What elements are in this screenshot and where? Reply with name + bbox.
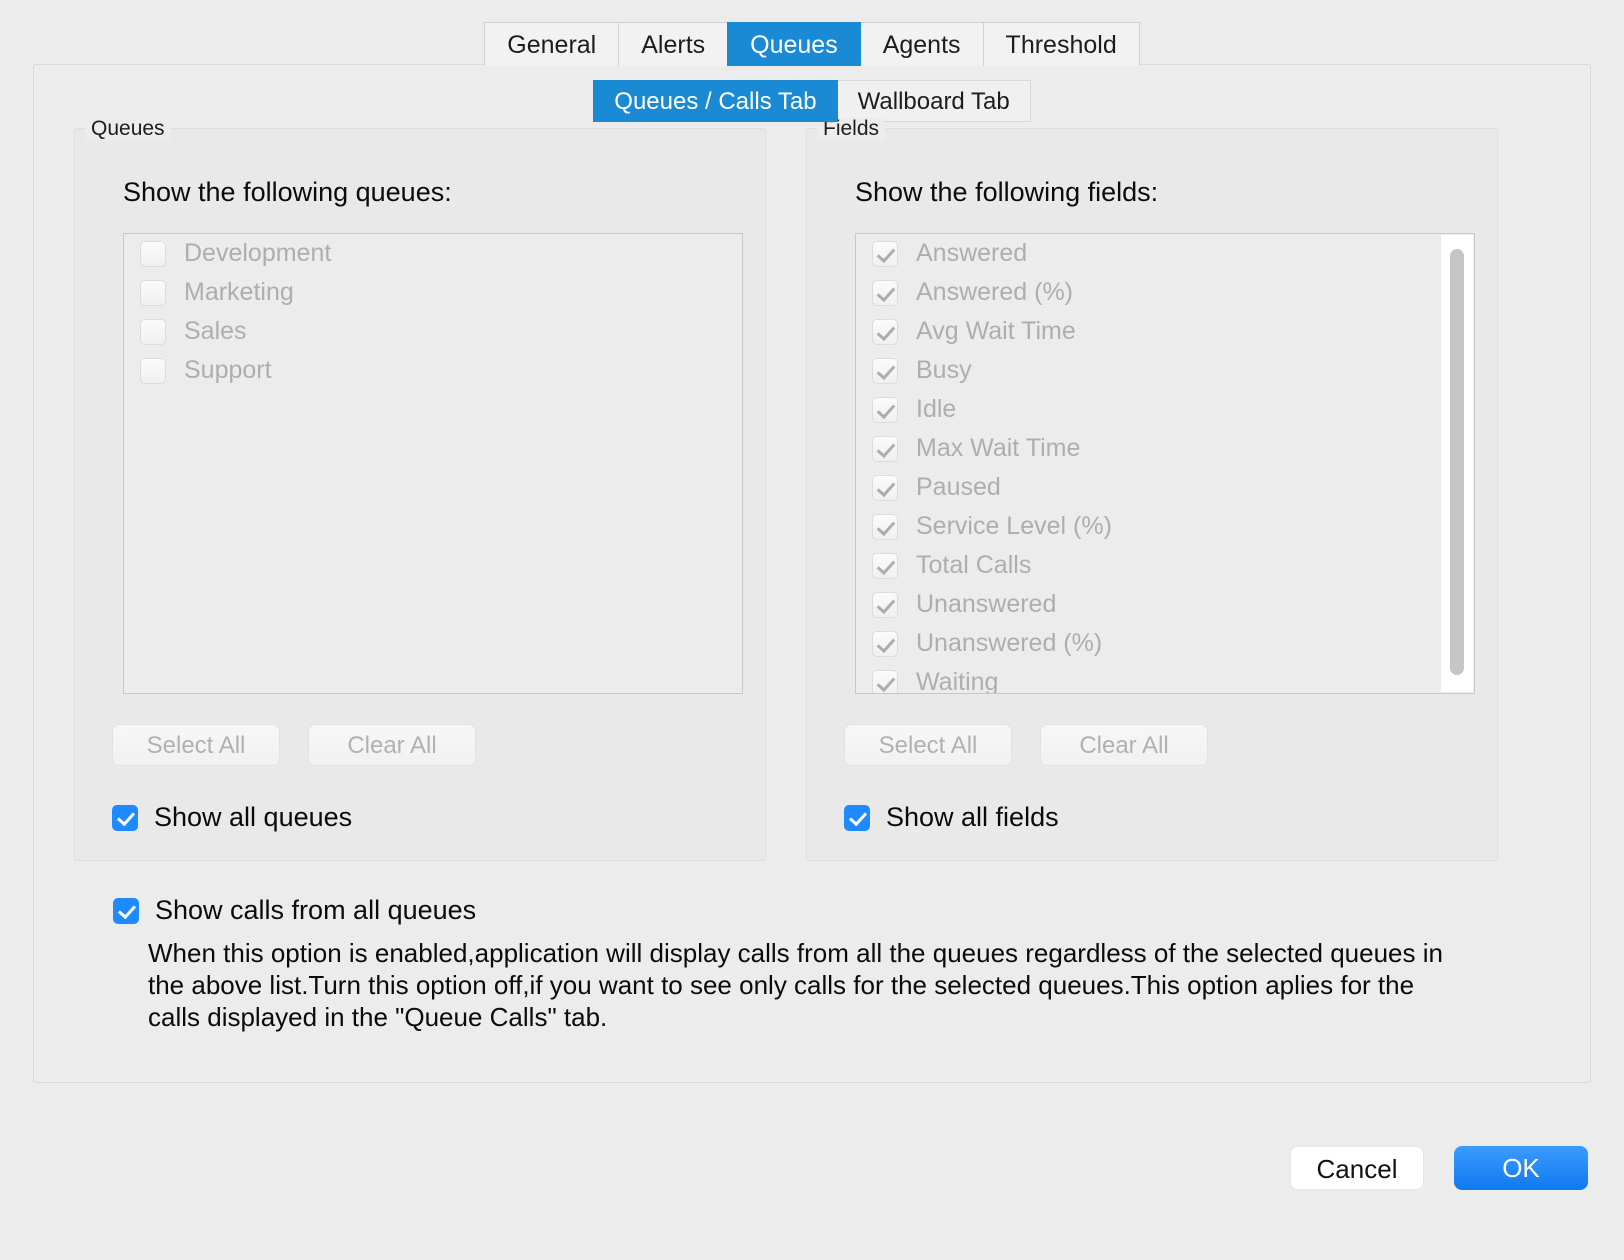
fields-clear-all-button[interactable]: Clear All xyxy=(1040,724,1208,766)
show-all-fields-label: Show all fields xyxy=(886,802,1059,832)
list-item[interactable]: Avg Wait Time xyxy=(856,312,1474,351)
list-item[interactable]: Sales xyxy=(124,312,742,351)
fields-heading: Show the following fields: xyxy=(855,177,1159,207)
list-item-label: Idle xyxy=(916,395,957,423)
tab-queues[interactable]: Queues xyxy=(727,22,861,66)
list-item-label: Support xyxy=(184,356,272,384)
show-all-queues-label: Show all queues xyxy=(154,802,353,832)
list-item-label: Avg Wait Time xyxy=(916,317,1076,345)
list-item[interactable]: Idle xyxy=(856,390,1474,429)
fields-list[interactable]: Answered Answered (%) Avg Wait Time Busy… xyxy=(855,233,1475,694)
list-item[interactable]: Service Level (%) xyxy=(856,507,1474,546)
queues-clear-all-button[interactable]: Clear All xyxy=(308,724,476,766)
tab-alerts[interactable]: Alerts xyxy=(618,22,729,66)
checkbox-checked-icon[interactable] xyxy=(113,897,139,924)
checkbox-checked-icon[interactable] xyxy=(872,513,898,540)
list-item[interactable]: Unanswered (%) xyxy=(856,624,1474,663)
list-item-label: Paused xyxy=(916,473,1001,501)
queues-list[interactable]: Development Marketing Sales Support xyxy=(123,233,743,694)
show-all-fields-checkbox[interactable]: Show all fields xyxy=(844,802,1059,833)
checkbox-checked-icon[interactable] xyxy=(872,279,898,306)
scrollbar-thumb[interactable] xyxy=(1450,249,1464,675)
list-item-label: Unanswered xyxy=(916,590,1057,618)
main-tab-bar: General Alerts Queues Agents Threshold xyxy=(0,22,1624,66)
cancel-button[interactable]: Cancel xyxy=(1290,1146,1424,1190)
list-item-label: Waiting xyxy=(916,668,999,694)
checkbox-icon[interactable] xyxy=(140,318,166,345)
checkbox-checked-icon[interactable] xyxy=(872,474,898,501)
checkbox-checked-icon[interactable] xyxy=(872,396,898,423)
list-item[interactable]: Marketing xyxy=(124,273,742,312)
checkbox-checked-icon[interactable] xyxy=(872,552,898,579)
dialog-footer: Cancel OK xyxy=(0,1138,1624,1198)
show-calls-label: Show calls from all queues xyxy=(155,895,477,925)
queues-button-row: Select All Clear All xyxy=(112,724,476,766)
list-item[interactable]: Answered (%) xyxy=(856,273,1474,312)
fields-list-scrollbar[interactable] xyxy=(1441,235,1473,692)
ok-button[interactable]: OK xyxy=(1454,1146,1588,1190)
fields-button-row: Select All Clear All xyxy=(844,724,1208,766)
list-item-label: Answered (%) xyxy=(916,278,1073,306)
list-item-label: Max Wait Time xyxy=(916,434,1081,462)
checkbox-checked-icon[interactable] xyxy=(872,669,898,693)
fields-group-box: Fields Show the following fields: Answer… xyxy=(806,118,1498,861)
list-item[interactable]: Paused xyxy=(856,468,1474,507)
checkbox-icon[interactable] xyxy=(140,240,166,267)
list-item[interactable]: Waiting xyxy=(856,663,1474,694)
checkbox-checked-icon[interactable] xyxy=(872,435,898,462)
queues-group-legend: Queues xyxy=(85,118,171,140)
subtab-queues-calls[interactable]: Queues / Calls Tab xyxy=(593,80,838,122)
list-item[interactable]: Support xyxy=(124,351,742,390)
list-item-label: Unanswered (%) xyxy=(916,629,1103,657)
checkbox-icon[interactable] xyxy=(140,357,166,384)
list-item-label: Service Level (%) xyxy=(916,512,1112,540)
tab-threshold[interactable]: Threshold xyxy=(982,22,1140,66)
list-item[interactable]: Busy xyxy=(856,351,1474,390)
queues-select-all-button[interactable]: Select All xyxy=(112,724,280,766)
list-item-label: Busy xyxy=(916,356,972,384)
list-item[interactable]: Answered xyxy=(856,234,1474,273)
show-all-queues-checkbox[interactable]: Show all queues xyxy=(112,802,352,833)
list-item[interactable]: Development xyxy=(124,234,742,273)
subtab-wallboard[interactable]: Wallboard Tab xyxy=(836,80,1031,122)
queues-heading: Show the following queues: xyxy=(123,177,452,207)
checkbox-checked-icon[interactable] xyxy=(872,591,898,618)
checkbox-icon[interactable] xyxy=(140,279,166,306)
list-item-label: Total Calls xyxy=(916,551,1032,579)
checkbox-checked-icon[interactable] xyxy=(872,630,898,657)
checkbox-checked-icon[interactable] xyxy=(872,357,898,384)
queues-group-box: Queues Show the following queues: Develo… xyxy=(74,118,766,861)
list-item-label: Sales xyxy=(184,317,247,345)
list-item[interactable]: Max Wait Time xyxy=(856,429,1474,468)
checkbox-checked-icon[interactable] xyxy=(112,804,138,831)
list-item-label: Development xyxy=(184,239,332,267)
tab-agents[interactable]: Agents xyxy=(859,22,984,66)
fields-select-all-button[interactable]: Select All xyxy=(844,724,1012,766)
checkbox-checked-icon[interactable] xyxy=(872,318,898,345)
show-calls-from-all-queues-checkbox[interactable]: Show calls from all queues xyxy=(113,895,476,926)
checkbox-checked-icon[interactable] xyxy=(872,240,898,267)
checkbox-checked-icon[interactable] xyxy=(844,804,870,831)
sub-tab-bar: Queues / Calls Tab Wallboard Tab xyxy=(34,80,1590,122)
list-item-label: Answered xyxy=(916,239,1028,267)
tab-general[interactable]: General xyxy=(484,22,620,66)
list-item-label: Marketing xyxy=(184,278,294,306)
list-item[interactable]: Unanswered xyxy=(856,585,1474,624)
list-item[interactable]: Total Calls xyxy=(856,546,1474,585)
show-calls-description: When this option is enabled,application … xyxy=(148,938,1443,1032)
